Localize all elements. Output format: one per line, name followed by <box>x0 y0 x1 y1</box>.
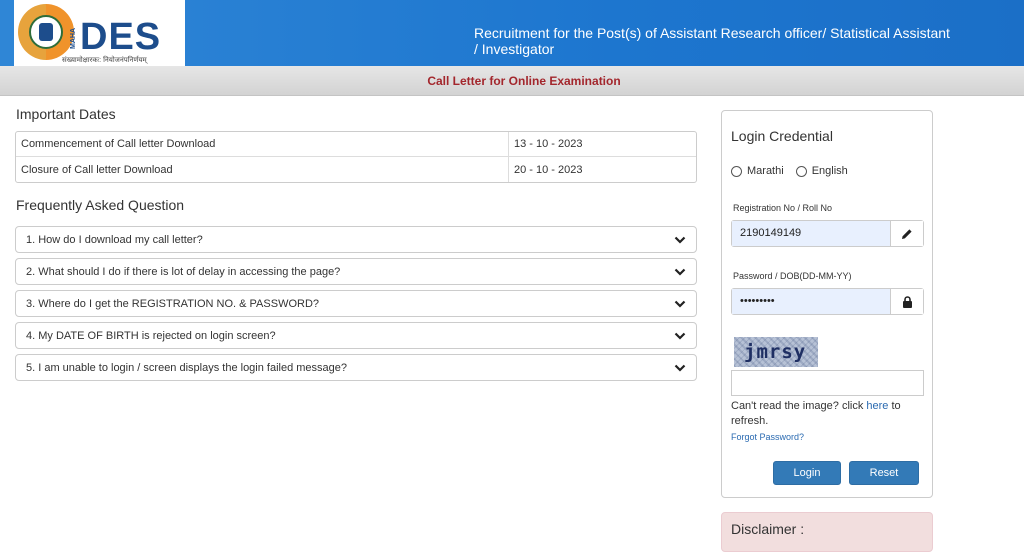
radio-marathi-label[interactable]: Marathi <box>747 165 784 177</box>
date-value: 20 - 10 - 2023 <box>508 157 696 182</box>
password-field-group: ••••••••• <box>731 288 924 315</box>
faq-question: 1. How do I download my call letter? <box>26 234 203 246</box>
faq-question: 5. I am unable to login / screen display… <box>26 362 348 374</box>
pencil-icon <box>891 221 923 246</box>
faq-heading: Frequently Asked Question <box>16 197 185 213</box>
password-input[interactable]: ••••••••• <box>732 289 891 314</box>
important-dates-heading: Important Dates <box>16 106 116 122</box>
faq-item-2[interactable]: 2. What should I do if there is lot of d… <box>15 258 697 285</box>
chevron-down-icon[interactable] <box>674 330 686 342</box>
important-dates-table: Commencement of Call letter Download 13 … <box>15 131 697 183</box>
faq-item-5[interactable]: 5. I am unable to login / screen display… <box>15 354 697 381</box>
page-title: Recruitment for the Post(s) of Assistant… <box>474 25 950 57</box>
subheader-bar: Call Letter for Online Examination <box>0 66 1024 96</box>
chevron-down-icon[interactable] <box>674 234 686 246</box>
chevron-down-icon[interactable] <box>674 362 686 374</box>
language-selector: Marathi English <box>731 165 860 177</box>
faq-item-3[interactable]: 3. Where do I get the REGISTRATION NO. &… <box>15 290 697 317</box>
table-row: Closure of Call letter Download 20 - 10 … <box>16 157 696 182</box>
login-title: Login Credential <box>731 128 833 144</box>
login-panel: Login Credential Marathi English Registr… <box>721 110 933 498</box>
disclaimer-panel: Disclaimer : <box>721 512 933 552</box>
logo-maha-text: MAHA <box>70 28 77 49</box>
disclaimer-title: Disclaimer : <box>731 521 805 537</box>
faq-question: 3. Where do I get the REGISTRATION NO. &… <box>26 298 320 310</box>
reset-button[interactable]: Reset <box>849 461 919 485</box>
chevron-down-icon[interactable] <box>674 266 686 278</box>
forgot-password-link[interactable]: Forgot Password? <box>731 432 804 442</box>
des-logo: MAHA DES संख्यामोक्षारकः: नियोजनंपनिर्णय… <box>14 0 185 66</box>
logo-des-text: DES <box>80 16 162 58</box>
captcha-text: jmrsy <box>744 341 807 363</box>
captcha-refresh-text: Can't read the image? click here to refr… <box>731 400 901 427</box>
radio-english-label[interactable]: English <box>812 165 848 177</box>
captcha-image: jmrsy <box>734 337 818 367</box>
faq-item-4[interactable]: 4. My DATE OF BIRTH is rejected on login… <box>15 322 697 349</box>
date-label: Commencement of Call letter Download <box>16 132 508 157</box>
date-value: 13 - 10 - 2023 <box>508 132 696 157</box>
captcha-input[interactable] <box>731 370 924 396</box>
lock-icon <box>891 289 923 314</box>
faq-question: 2. What should I do if there is lot of d… <box>26 266 341 278</box>
subheader-title: Call Letter for Online Examination <box>427 74 621 88</box>
table-row: Commencement of Call letter Download 13 … <box>16 132 696 157</box>
faq-question: 4. My DATE OF BIRTH is rejected on login… <box>26 330 276 342</box>
password-label: Password / DOB(DD-MM-YY) <box>733 271 852 281</box>
chevron-down-icon[interactable] <box>674 298 686 310</box>
date-label: Closure of Call letter Download <box>21 163 173 176</box>
radio-english[interactable] <box>795 165 807 177</box>
header-bar: MAHA DES संख्यामोक्षारकः: नियोजनंपनिर्णय… <box>0 0 1024 66</box>
registration-label: Registration No / Roll No <box>733 203 833 213</box>
registration-field-group: 2190149149 <box>731 220 924 247</box>
captcha-refresh-link[interactable]: here <box>866 400 888 412</box>
login-button[interactable]: Login <box>773 461 841 485</box>
logo-seal <box>18 4 74 60</box>
logo-tagline: संख्यामोक्षारकः: नियोजनंपनिर्णयम् <box>62 57 147 64</box>
faq-item-1[interactable]: 1. How do I download my call letter? <box>15 226 697 253</box>
registration-input[interactable]: 2190149149 <box>732 221 891 246</box>
radio-marathi[interactable] <box>731 165 742 177</box>
